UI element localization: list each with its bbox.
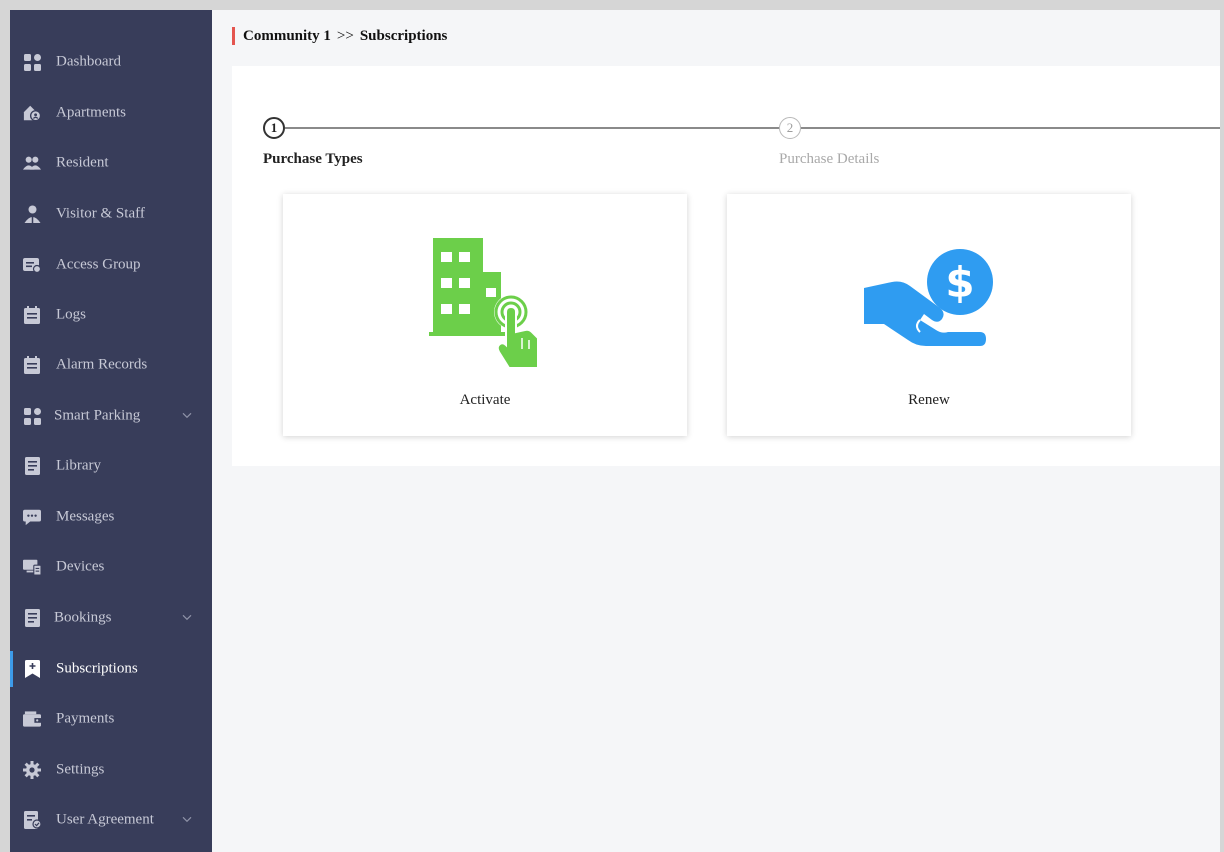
sidebar: Dashboard Apartments Resident Visitor & … [10, 10, 212, 852]
sidebar-item-label: Logs [56, 306, 86, 323]
breadcrumb-separator: >> [336, 27, 354, 44]
step-2-label: Purchase Details [779, 151, 880, 167]
sidebar-item-subscriptions[interactable]: Subscriptions [10, 647, 212, 691]
activate-card[interactable]: Activate [283, 194, 687, 436]
step-2-circle: 2 [779, 117, 801, 139]
payments-icon [23, 710, 41, 728]
sidebar-item-alarm-records[interactable]: Alarm Records [10, 343, 212, 387]
sidebar-item-label: Subscriptions [56, 660, 138, 677]
smart-parking-icon [23, 407, 41, 425]
sidebar-item-user-agreement[interactable]: User Agreement [10, 798, 212, 842]
sidebar-item-label: Visitor & Staff [56, 205, 145, 222]
sidebar-item-label: Devices [56, 558, 105, 575]
sidebar-item-label: User Agreement [56, 811, 154, 828]
sidebar-item-devices[interactable]: Devices [10, 545, 212, 589]
breadcrumb-accent [232, 27, 235, 45]
renew-label: Renew [908, 392, 950, 408]
apartments-icon [23, 104, 41, 122]
sidebar-item-label: Bookings [54, 609, 112, 626]
sidebar-item-bookings[interactable]: Bookings [10, 596, 212, 640]
sidebar-item-label: Resident [56, 154, 109, 171]
purchase-panel: 1 2 Purchase Types Purchase Details Acti… [232, 66, 1220, 466]
sidebar-item-library[interactable]: Library [10, 444, 212, 488]
bookings-icon [23, 609, 41, 627]
sidebar-item-label: Settings [56, 761, 105, 778]
hand-dollar-icon: $ [862, 244, 996, 369]
step-connector [285, 127, 779, 129]
main-content: Community 1 >> Subscriptions 1 2 Purchas… [212, 10, 1220, 852]
dashboard-icon [23, 53, 41, 71]
sidebar-item-label: Alarm Records [56, 356, 148, 373]
breadcrumb-current: Subscriptions [359, 27, 448, 44]
visitor-staff-icon [23, 205, 41, 223]
resident-icon [23, 154, 41, 172]
gear-icon [23, 761, 41, 779]
step-1-circle: 1 [263, 117, 285, 139]
user-agreement-icon [23, 811, 41, 829]
step-connector [801, 127, 1220, 129]
sidebar-item-apartments[interactable]: Apartments [10, 91, 212, 135]
logs-icon [23, 306, 41, 324]
sidebar-item-resident[interactable]: Resident [10, 141, 212, 185]
sidebar-item-label: Library [56, 457, 101, 474]
chevron-down-icon[interactable] [180, 408, 194, 422]
chevron-down-icon[interactable] [180, 812, 194, 826]
access-group-icon [23, 256, 41, 274]
svg-text:$: $ [945, 258, 974, 307]
building-tap-icon [429, 234, 541, 373]
activate-label: Activate [459, 392, 511, 408]
sidebar-item-payments[interactable]: Payments [10, 697, 212, 741]
chevron-down-icon[interactable] [180, 610, 194, 624]
sidebar-item-dashboard[interactable]: Dashboard [10, 40, 212, 84]
sidebar-item-smart-parking[interactable]: Smart Parking [10, 394, 212, 438]
sidebar-item-label: Dashboard [56, 53, 121, 70]
sidebar-item-label: Messages [56, 508, 115, 525]
sidebar-item-logs[interactable]: Logs [10, 293, 212, 337]
sidebar-item-messages[interactable]: Messages [10, 495, 212, 539]
subscriptions-icon [23, 660, 41, 678]
step-1-label: Purchase Types [263, 151, 363, 167]
sidebar-item-visitor-staff[interactable]: Visitor & Staff [10, 192, 212, 236]
sidebar-item-access-group[interactable]: Access Group [10, 243, 212, 287]
breadcrumb: Community 1 >> Subscriptions [232, 26, 447, 46]
library-icon [23, 457, 41, 475]
sidebar-item-settings[interactable]: Settings [10, 748, 212, 792]
alarm-records-icon [23, 356, 41, 374]
breadcrumb-root[interactable]: Community 1 [243, 28, 331, 45]
devices-icon [23, 558, 41, 576]
sidebar-item-label: Payments [56, 710, 115, 727]
sidebar-item-label: Apartments [56, 104, 126, 121]
sidebar-item-label: Smart Parking [54, 407, 141, 424]
messages-icon [23, 508, 41, 526]
sidebar-item-label: Access Group [56, 256, 141, 273]
renew-card[interactable]: $ Renew [727, 194, 1131, 436]
